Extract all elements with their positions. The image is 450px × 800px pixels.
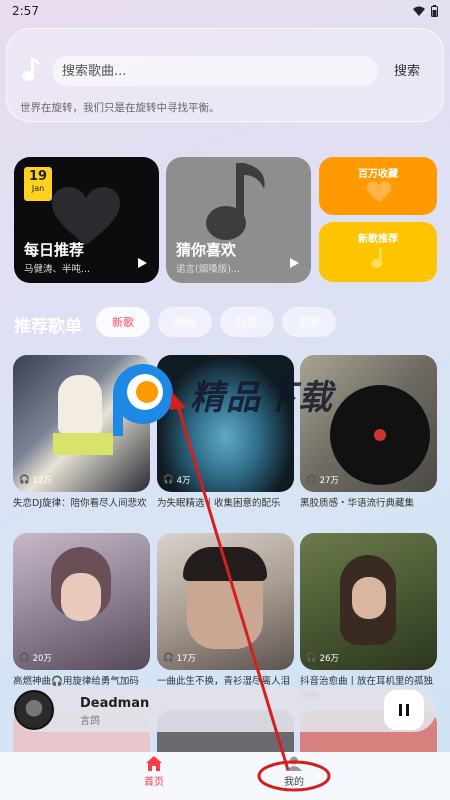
million-favorites-card[interactable]: 百万收藏 bbox=[319, 157, 437, 215]
user-icon bbox=[286, 756, 302, 771]
headphones-icon: 🎧 bbox=[306, 653, 317, 663]
play-count: 🎧 17万 bbox=[163, 652, 196, 664]
nav-home-label: 首页 bbox=[144, 777, 164, 788]
daily-title: 每日推荐 bbox=[24, 241, 85, 259]
playlist-cover: 🎧 12万 bbox=[13, 355, 150, 492]
section-title: 推荐歌单 bbox=[14, 317, 82, 337]
date-badge: 19 Jan bbox=[24, 167, 52, 201]
search-input[interactable] bbox=[62, 63, 378, 79]
heart-icon bbox=[367, 181, 391, 202]
battery-icon bbox=[431, 5, 438, 17]
playlist-card[interactable]: 🎧26万 抖音治愈曲丨放在耳机里的孤独疗愈 bbox=[300, 533, 437, 704]
tag-new[interactable]: 新歌 bbox=[96, 307, 150, 337]
playlist-title: 为失眠精选丨收集困意的配乐 bbox=[157, 498, 281, 509]
music-note-icon bbox=[206, 163, 265, 240]
playlist-title: 失恋DJ旋律：陪你看尽人间悲欢 bbox=[13, 498, 147, 509]
pause-icon-bar bbox=[406, 704, 409, 716]
status-icons bbox=[413, 5, 438, 17]
daily-recommend-card[interactable]: 19 Jan 每日推荐 马健涛、半吨... bbox=[14, 157, 159, 283]
playlist-card[interactable]: 🎧 12万 失恋DJ旋律：陪你看尽人间悲欢 bbox=[13, 355, 150, 526]
nav-mine[interactable]: 我的 bbox=[264, 756, 324, 788]
bottom-navigation bbox=[0, 752, 450, 800]
playlist-cover: 🎧 20万 bbox=[13, 533, 150, 670]
play-count: 🎧 20万 bbox=[19, 652, 52, 664]
music-note-icon bbox=[22, 58, 40, 81]
album-art[interactable] bbox=[14, 690, 54, 730]
slogan-text: 世界在旋转，我们只是在旋转中寻找平衡。 bbox=[20, 102, 220, 114]
play-count-value: 20万 bbox=[32, 654, 52, 664]
now-playing-title: Deadman bbox=[80, 696, 150, 711]
wifi-icon bbox=[413, 6, 425, 16]
play-icon[interactable] bbox=[290, 258, 299, 268]
pause-icon-bar bbox=[399, 704, 402, 716]
play-count-value: 27万 bbox=[319, 476, 339, 486]
tag-hot[interactable]: 热榜 bbox=[158, 307, 212, 337]
new-songs-title: 新歌推荐 bbox=[358, 234, 398, 245]
daily-subtitle: 马健涛、半吨... bbox=[24, 264, 91, 275]
status-time: 2:57 bbox=[12, 4, 39, 18]
guess-you-like-card[interactable]: 猜你喜欢 诺言(烟嗓版)... bbox=[166, 157, 311, 283]
nav-home[interactable]: 首页 bbox=[124, 756, 184, 788]
guess-title: 猜你喜欢 bbox=[176, 241, 237, 259]
now-playing-artist: 言鸽 bbox=[80, 716, 100, 727]
new-songs-card[interactable]: 新歌推荐 bbox=[319, 222, 437, 282]
search-button[interactable]: 搜索 bbox=[394, 60, 420, 79]
play-count: 🎧 4万 bbox=[163, 474, 191, 486]
playlist-cover: 🎧 17万 bbox=[157, 533, 294, 670]
watermark-text: 精品下载 bbox=[190, 378, 334, 418]
playlist-cover: 🎧 26万 bbox=[300, 533, 437, 670]
playlist-card[interactable]: 🎧 17万 一曲此生不换，青衫湿尽离人泪 bbox=[157, 533, 294, 704]
pause-button[interactable] bbox=[384, 690, 424, 730]
heart-icon bbox=[52, 187, 120, 245]
play-count: 🎧 26万 bbox=[306, 652, 339, 664]
headphones-icon: 🎧 bbox=[163, 475, 174, 485]
date-month: Jan bbox=[31, 184, 45, 193]
date-day: 19 bbox=[28, 169, 48, 184]
play-count: 🎧 12万 bbox=[19, 474, 52, 486]
playlist-title: 黑胶质感・华语流行典藏集 bbox=[300, 498, 415, 509]
play-count-value: 12万 bbox=[32, 476, 52, 486]
mini-player[interactable] bbox=[14, 688, 436, 732]
headphones-icon: 🎧 bbox=[163, 653, 174, 663]
status-bar: 2:57 bbox=[0, 0, 450, 22]
guess-subtitle: 诺言(烟嗓版)... bbox=[176, 264, 240, 275]
nav-mine-label: 我的 bbox=[284, 777, 304, 788]
playlist-card[interactable]: 🎧 20万 高燃神曲🎧用旋律给勇气加码 bbox=[13, 533, 150, 704]
play-count: 🎧 27万 bbox=[306, 474, 339, 486]
headphones-icon: 🎧 bbox=[306, 475, 317, 485]
play-count-value: 26万 bbox=[319, 654, 339, 664]
play-count-value: 17万 bbox=[176, 654, 196, 664]
tag-douyin[interactable]: 抖音 bbox=[220, 307, 274, 337]
play-icon[interactable] bbox=[138, 258, 147, 268]
home-icon bbox=[146, 756, 162, 771]
headphones-icon: 🎧 bbox=[19, 475, 30, 485]
tag-more[interactable]: 更多 bbox=[282, 307, 336, 337]
music-note-icon bbox=[371, 247, 383, 268]
million-title: 百万收藏 bbox=[358, 169, 398, 180]
headphones-icon: 🎧 bbox=[19, 653, 30, 663]
play-count-value: 4万 bbox=[176, 476, 191, 486]
search-field[interactable] bbox=[52, 56, 378, 86]
